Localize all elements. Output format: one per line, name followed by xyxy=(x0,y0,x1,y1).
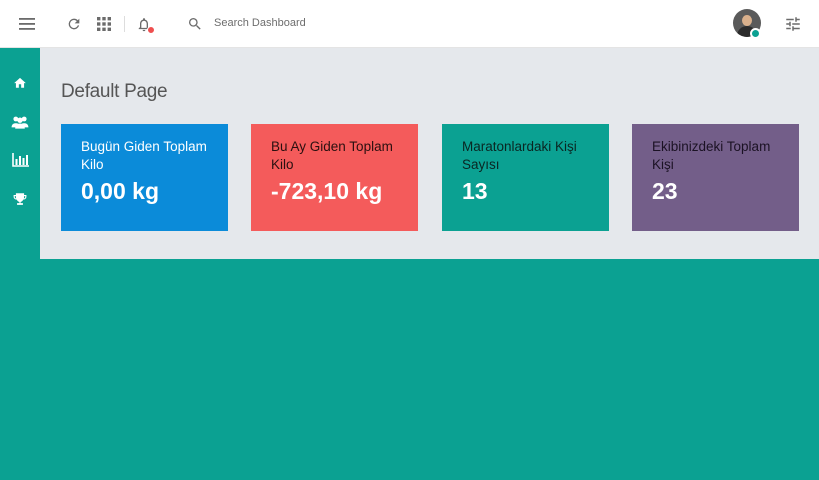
sidebar-item-home[interactable] xyxy=(0,70,40,100)
stat-card-value: 0,00 kg xyxy=(81,178,159,204)
page-title: Default Page xyxy=(61,81,168,102)
sidebar xyxy=(0,48,40,480)
sidebar-item-leaderboard[interactable] xyxy=(0,186,40,216)
sidebar-item-team[interactable] xyxy=(0,109,40,139)
stat-card-label: Bu Ay Giden Toplam Kilo xyxy=(271,139,393,172)
stat-card-today-kilo: Bugün Giden Toplam Kilo 0,00 kg xyxy=(61,124,228,231)
sidebar-item-statistics[interactable] xyxy=(0,147,40,177)
settings-sliders-icon[interactable] xyxy=(780,0,806,48)
stat-card-value: -723,10 kg xyxy=(271,178,383,204)
stat-card-month-kilo: Bu Ay Giden Toplam Kilo -723,10 kg xyxy=(251,124,418,231)
trophy-icon xyxy=(13,192,27,210)
search-icon[interactable] xyxy=(182,0,208,48)
online-status-dot xyxy=(750,28,761,39)
refresh-icon[interactable] xyxy=(60,0,88,48)
apps-grid-icon[interactable] xyxy=(90,0,118,48)
stat-card-marathon-people: Maratonlardaki Kişi Sayısı 13 xyxy=(442,124,609,231)
stat-card-label: Ekibinizdeki Toplam Kişi xyxy=(652,139,771,172)
top-bar xyxy=(0,0,819,48)
bar-chart-icon xyxy=(11,152,29,172)
divider xyxy=(124,16,125,32)
stat-card-label: Bugün Giden Toplam Kilo xyxy=(81,139,207,172)
stat-card-team-people: Ekibinizdeki Toplam Kişi 23 xyxy=(632,124,799,231)
stat-card-value: 23 xyxy=(652,178,678,204)
home-icon xyxy=(13,76,27,94)
users-icon xyxy=(11,115,29,134)
stat-card-value: 13 xyxy=(462,178,488,204)
main-content: Default Page Bugün Giden Toplam Kilo 0,0… xyxy=(40,48,819,259)
menu-icon[interactable] xyxy=(12,0,42,48)
search-input[interactable] xyxy=(214,12,514,34)
stat-card-label: Maratonlardaki Kişi Sayısı xyxy=(462,139,577,172)
bell-icon[interactable] xyxy=(130,0,158,48)
notification-dot xyxy=(147,26,155,34)
